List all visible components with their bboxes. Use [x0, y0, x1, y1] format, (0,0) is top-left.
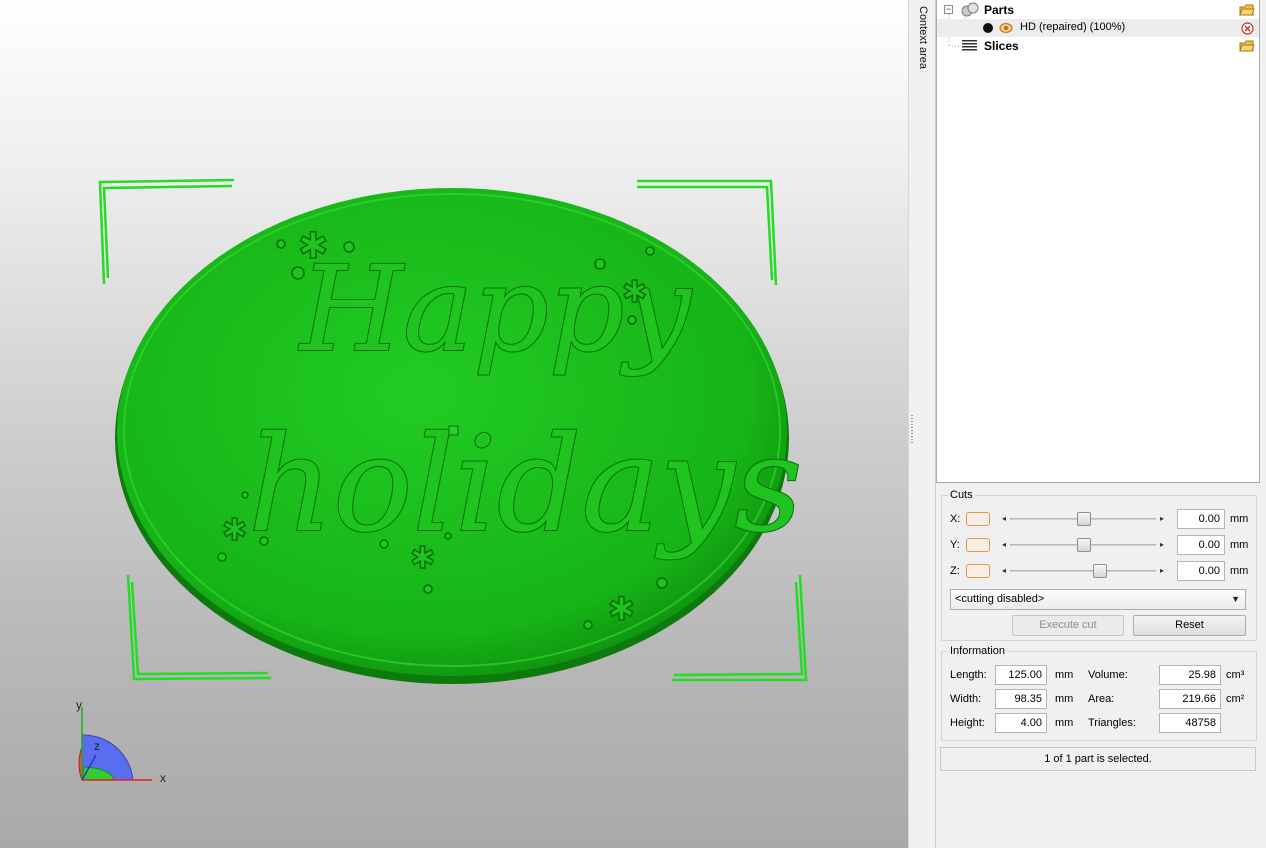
star-decoration: ✱ [622, 275, 647, 310]
slider-left-arrow-icon[interactable]: ◂ [1000, 512, 1008, 526]
cut-z-slider[interactable]: ◂ ▸ [1000, 564, 1166, 578]
pivot-marker[interactable] [448, 425, 459, 436]
reset-button[interactable]: Reset [1133, 615, 1246, 636]
3d-viewport[interactable]: Happy holidays ✱ ✱ ✱ ✱ ✱ y z x [0, 0, 908, 848]
star-decoration: ✱ [298, 226, 328, 267]
cut-x-label: X: [950, 513, 961, 525]
model-text-holidays: holidays [248, 408, 802, 562]
slider-right-arrow-icon[interactable]: ▸ [1158, 564, 1166, 578]
slider-right-arrow-icon[interactable]: ▸ [1158, 538, 1166, 552]
chevron-down-icon[interactable]: ▼ [1231, 590, 1240, 609]
volume-value-field: 25.98 [1159, 665, 1221, 685]
tree-label-parts: Parts [984, 3, 1015, 17]
cut-x-toggle[interactable] [966, 512, 990, 526]
slider-handle[interactable] [1077, 512, 1091, 526]
slider-right-arrow-icon[interactable]: ▸ [1158, 512, 1166, 526]
execute-cut-button[interactable]: Execute cut [1012, 615, 1124, 636]
area-unit: cm² [1226, 693, 1245, 705]
length-unit: mm [1055, 669, 1074, 681]
slider-handle[interactable] [1077, 538, 1091, 552]
star-decoration: ✱ [222, 513, 247, 548]
cut-z-unit: mm [1230, 565, 1249, 577]
cuts-legend: Cuts [950, 489, 973, 501]
axis-label-z: z [94, 739, 100, 753]
axis-label-x: x [160, 771, 166, 785]
slices-icon [961, 39, 978, 56]
parts-tree[interactable]: − Parts HD (repaired) (100%) Slices [936, 0, 1260, 483]
tree-item-slices[interactable]: Slices [937, 37, 1259, 55]
cut-x-value-field[interactable]: 0.00 [1177, 509, 1225, 529]
volume-label: Volume: [1088, 669, 1128, 681]
collapse-icon[interactable]: − [944, 5, 953, 14]
splitter-grip[interactable] [911, 415, 913, 445]
cutting-mode-value: <cutting disabled> [955, 593, 1045, 605]
remove-part-icon[interactable] [1239, 21, 1255, 35]
triangles-value-field: 48758 [1159, 713, 1221, 733]
triangles-label: Triangles: [1088, 717, 1136, 729]
width-value-field: 98.35 [995, 689, 1047, 709]
width-label: Width: [950, 693, 982, 705]
volume-unit: cm³ [1226, 669, 1245, 681]
cut-y-value-field[interactable]: 0.00 [1177, 535, 1225, 555]
tree-item-part-hd[interactable]: HD (repaired) (100%) [937, 19, 1259, 37]
star-decoration: ✱ [608, 590, 635, 628]
context-panel: − Parts HD (repaired) (100%) Slices Cuts… [936, 0, 1266, 848]
length-value-field: 125.00 [995, 665, 1047, 685]
selection-status: 1 of 1 part is selected. [940, 747, 1256, 771]
orientation-gizmo[interactable]: y z x [60, 695, 180, 795]
selection-status-text: 1 of 1 part is selected. [1044, 753, 1152, 765]
cut-z-toggle[interactable] [966, 564, 990, 578]
cutting-mode-select[interactable]: <cutting disabled> ▼ [950, 589, 1246, 610]
tree-item-parts[interactable]: − Parts [937, 1, 1259, 19]
slider-left-arrow-icon[interactable]: ◂ [1000, 564, 1008, 578]
height-label: Height: [950, 717, 985, 729]
visibility-eye-icon[interactable] [999, 22, 1013, 37]
area-label: Area: [1088, 693, 1115, 705]
context-area-label: Context area [917, 6, 929, 69]
cut-y-slider[interactable]: ◂ ▸ [1000, 538, 1166, 552]
height-value-field: 4.00 [995, 713, 1047, 733]
cut-z-value-field[interactable]: 0.00 [1177, 561, 1225, 581]
open-folder-icon[interactable] [1239, 3, 1255, 17]
cut-y-toggle[interactable] [966, 538, 990, 552]
cut-z-label: Z: [950, 565, 960, 577]
slider-left-arrow-icon[interactable]: ◂ [1000, 538, 1008, 552]
axis-label-y: y [76, 698, 82, 712]
width-unit: mm [1055, 693, 1074, 705]
cut-x-slider[interactable]: ◂ ▸ [1000, 512, 1166, 526]
cut-x-unit: mm [1230, 513, 1249, 525]
part-color-dot-icon [983, 23, 993, 33]
star-decoration: ✱ [410, 541, 435, 576]
slider-handle[interactable] [1093, 564, 1107, 578]
area-value-field: 219.66 [1159, 689, 1221, 709]
cut-y-unit: mm [1230, 539, 1249, 551]
context-area-tab[interactable]: Context area [914, 0, 936, 848]
cut-y-label: Y: [950, 539, 960, 551]
height-unit: mm [1055, 717, 1074, 729]
information-legend: Information [950, 645, 1006, 657]
tree-label-slices: Slices [984, 39, 1019, 53]
tree-label-part: HD (repaired) (100%) [1020, 21, 1126, 33]
open-folder-icon[interactable] [1239, 39, 1255, 53]
length-label: Length: [950, 669, 987, 681]
